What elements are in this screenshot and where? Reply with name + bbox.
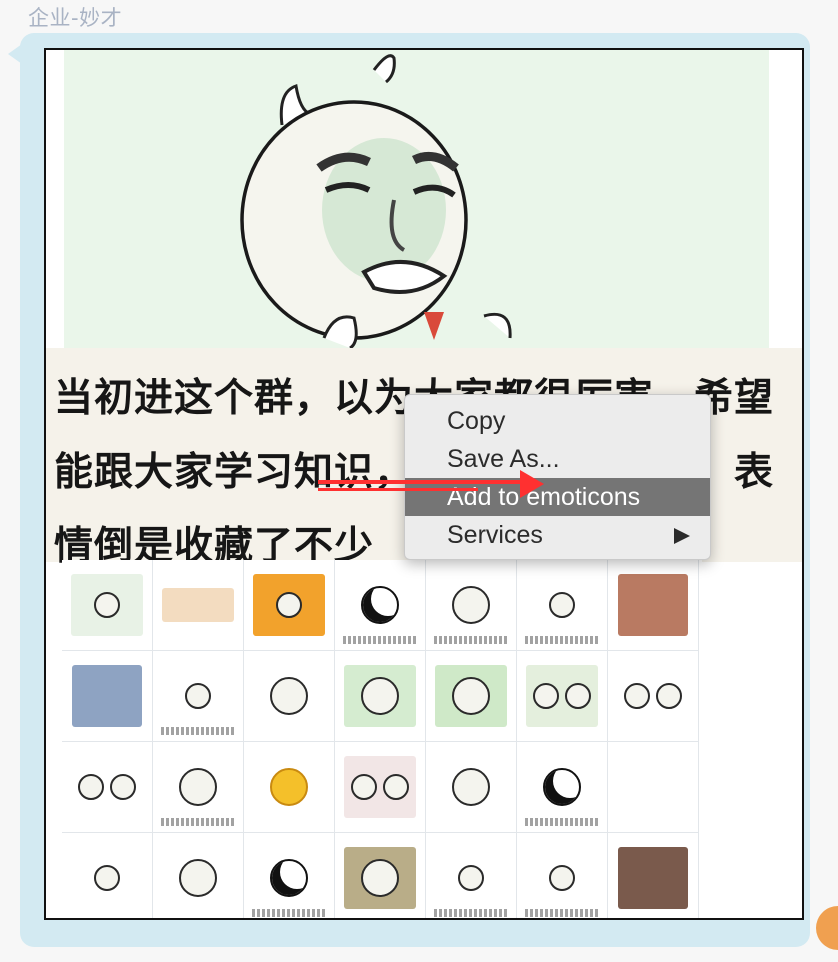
thumbnail bbox=[62, 833, 153, 918]
thumbnail bbox=[62, 742, 153, 833]
floating-badge[interactable] bbox=[816, 906, 838, 950]
thumbnail bbox=[517, 833, 608, 918]
annotation-arrow-icon bbox=[520, 470, 544, 498]
thumbnail bbox=[608, 833, 699, 918]
thumbnail bbox=[608, 560, 699, 651]
menu-item-services-label: Services bbox=[447, 521, 543, 549]
thumbnail bbox=[62, 560, 153, 651]
meme-face-icon bbox=[240, 54, 512, 350]
thumbnail bbox=[244, 742, 335, 833]
thumbnail bbox=[608, 651, 699, 742]
context-menu: Copy Save As... Add to emoticons Service… bbox=[404, 394, 711, 560]
thumbnail bbox=[153, 742, 244, 833]
thumbnail bbox=[335, 560, 426, 651]
thumbnail bbox=[335, 742, 426, 833]
thumbnail bbox=[426, 560, 517, 651]
meme-illustration bbox=[64, 50, 769, 350]
menu-item-save-as[interactable]: Save As... bbox=[405, 440, 710, 478]
sender-name: 企业-妙才 bbox=[28, 6, 123, 30]
thumbnail bbox=[153, 833, 244, 918]
thumbnail bbox=[335, 833, 426, 918]
thumbnail bbox=[517, 560, 608, 651]
thumbnail bbox=[62, 651, 153, 742]
thumbnail bbox=[244, 651, 335, 742]
submenu-arrow-icon bbox=[674, 528, 690, 544]
thumbnail bbox=[426, 651, 517, 742]
menu-item-services[interactable]: Services bbox=[405, 516, 710, 554]
thumbnail bbox=[426, 833, 517, 918]
thumbnail bbox=[608, 742, 699, 833]
thumbnail bbox=[244, 560, 335, 651]
annotation-arrow-line bbox=[318, 488, 478, 491]
thumbnail bbox=[335, 651, 426, 742]
menu-item-copy[interactable]: Copy bbox=[405, 402, 710, 440]
annotation-arrow-line bbox=[318, 480, 526, 484]
thumbnail bbox=[517, 742, 608, 833]
thumbnail bbox=[244, 833, 335, 918]
emoticon-thumbnail-grid bbox=[62, 560, 702, 918]
thumbnail bbox=[517, 651, 608, 742]
thumbnail bbox=[153, 560, 244, 651]
thumbnail bbox=[153, 651, 244, 742]
thumbnail bbox=[426, 742, 517, 833]
